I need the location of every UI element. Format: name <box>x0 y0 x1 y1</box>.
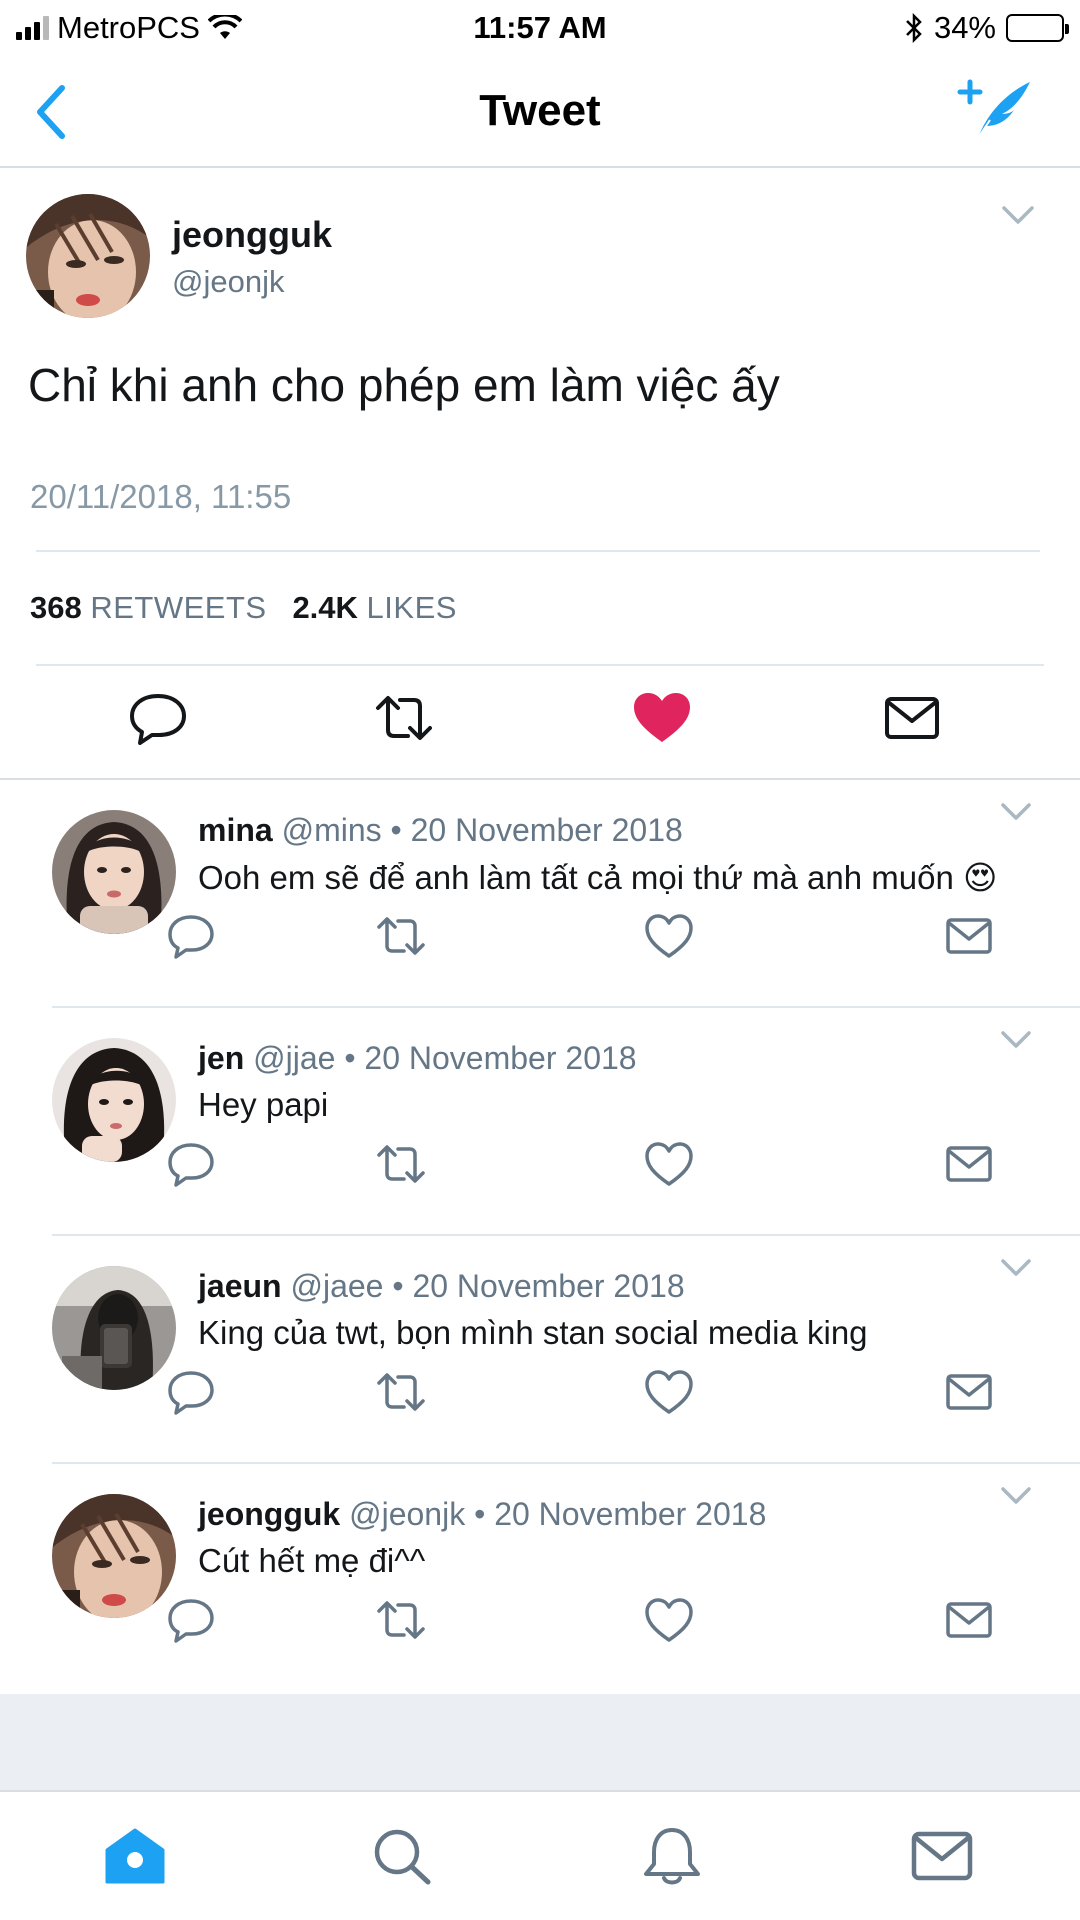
status-bar: MetroPCS 11:57 AM 34% <box>0 0 1080 54</box>
avatar[interactable] <box>52 1038 176 1162</box>
chevron-down-icon[interactable] <box>998 1026 1034 1054</box>
like-icon[interactable] <box>644 912 694 962</box>
reply-header: mina @mins • 20 November 2018 <box>198 812 683 849</box>
chevron-down-icon[interactable] <box>998 1482 1034 1510</box>
reply-author-handle[interactable]: @jaee <box>290 1268 383 1304</box>
reply-date: 20 November 2018 <box>494 1496 767 1532</box>
like-icon[interactable] <box>644 1596 694 1646</box>
direct-message-icon[interactable] <box>882 690 942 746</box>
reply-text: Hey papi <box>198 1086 329 1123</box>
retweet-icon[interactable] <box>376 1368 426 1418</box>
reply-header: jeongguk @jeonjk • 20 November 2018 <box>198 1496 766 1533</box>
direct-message-icon[interactable] <box>944 1368 994 1418</box>
reply-date: 20 November 2018 <box>412 1268 685 1304</box>
reply-tweet[interactable]: jen @jjae • 20 November 2018 Hey papi <box>0 1008 1080 1236</box>
reply-tweet[interactable]: mina @mins • 20 November 2018 Ooh em sẽ … <box>0 780 1080 1008</box>
likes-label[interactable]: LIKES <box>367 590 457 625</box>
retweet-icon[interactable] <box>374 690 434 746</box>
reply-text: Ooh em sẽ để anh làm tất cả mọi thứ mà a… <box>198 859 998 896</box>
divider <box>36 550 1040 552</box>
reply-author-handle[interactable]: @jeonjk <box>349 1496 465 1532</box>
likes-count[interactable]: 2.4K <box>292 590 357 625</box>
reply-text: Cút hết mẹ đi^^ <box>198 1542 426 1579</box>
avatar[interactable] <box>26 194 150 318</box>
reply-header: jaeun @jaee • 20 November 2018 <box>198 1268 685 1305</box>
direct-message-icon[interactable] <box>944 1596 994 1646</box>
retweet-icon[interactable] <box>376 1140 426 1190</box>
empty-timeline-area <box>0 1694 1080 1790</box>
divider <box>36 664 1044 666</box>
reply-date: 20 November 2018 <box>364 1040 637 1076</box>
chevron-down-icon[interactable] <box>998 200 1038 230</box>
chevron-down-icon[interactable] <box>998 798 1034 826</box>
home-icon[interactable] <box>103 1826 167 1886</box>
page-title: Tweet <box>479 86 601 135</box>
battery-icon <box>1006 14 1069 42</box>
chevron-down-icon[interactable] <box>998 1254 1034 1282</box>
tweet-text: Chỉ khi anh cho phép em làm việc ấy <box>28 359 780 411</box>
main-tweet: jeongguk @jeonjk Chỉ khi anh cho phép em… <box>0 168 1080 780</box>
retweets-label[interactable]: RETWEETS <box>90 590 266 625</box>
separator-dot: • <box>465 1496 495 1532</box>
reply-author-handle[interactable]: @mins <box>282 812 382 848</box>
notifications-icon[interactable] <box>640 1826 704 1886</box>
like-filled-icon[interactable] <box>632 690 692 746</box>
tab-bar <box>0 1790 1080 1920</box>
reply-icon[interactable] <box>166 1368 216 1418</box>
status-right: 34% <box>904 10 1069 46</box>
reply-author-name[interactable]: jen <box>198 1040 244 1076</box>
battery-percent: 34% <box>933 10 996 45</box>
reply-author-name[interactable]: jaeun <box>198 1268 282 1304</box>
like-icon[interactable] <box>644 1140 694 1190</box>
reply-icon[interactable] <box>128 690 188 746</box>
reply-header: jen @jjae • 20 November 2018 <box>198 1040 637 1077</box>
reply-author-name[interactable]: jeongguk <box>198 1496 340 1532</box>
separator-dot: • <box>335 1040 365 1076</box>
reply-author-handle[interactable]: @jjae <box>253 1040 335 1076</box>
author-handle[interactable]: @jeonjk <box>172 264 284 300</box>
direct-message-icon[interactable] <box>944 912 994 962</box>
avatar[interactable] <box>52 1494 176 1618</box>
author-name[interactable]: jeongguk <box>172 214 332 256</box>
tweet-stats: 368 RETWEETS 2.4K LIKES <box>30 590 457 626</box>
compose-tweet-icon[interactable] <box>956 76 1036 146</box>
retweet-icon[interactable] <box>376 1596 426 1646</box>
reply-tweet[interactable]: jaeun @jaee • 20 November 2018 King của … <box>0 1236 1080 1464</box>
like-icon[interactable] <box>644 1368 694 1418</box>
avatar[interactable] <box>52 1266 176 1390</box>
tweet-timestamp: 20/11/2018, 11:55 <box>30 478 292 515</box>
messages-icon[interactable] <box>910 1826 974 1886</box>
reply-tweet[interactable]: jeongguk @jeonjk • 20 November 2018 Cút … <box>0 1464 1080 1692</box>
reply-text: King của twt, bọn mình stan social media… <box>198 1314 868 1351</box>
separator-dot: • <box>383 1268 413 1304</box>
search-icon[interactable] <box>370 1826 434 1886</box>
reply-author-name[interactable]: mina <box>198 812 273 848</box>
separator-dot: • <box>381 812 411 848</box>
retweets-count[interactable]: 368 <box>30 590 82 625</box>
reply-icon[interactable] <box>166 912 216 962</box>
reply-icon[interactable] <box>166 1140 216 1190</box>
retweet-icon[interactable] <box>376 912 426 962</box>
bluetooth-icon <box>906 13 922 43</box>
avatar[interactable] <box>52 810 176 934</box>
reply-icon[interactable] <box>166 1596 216 1646</box>
direct-message-icon[interactable] <box>944 1140 994 1190</box>
reply-date: 20 November 2018 <box>410 812 683 848</box>
nav-bar: Tweet <box>0 54 1080 168</box>
